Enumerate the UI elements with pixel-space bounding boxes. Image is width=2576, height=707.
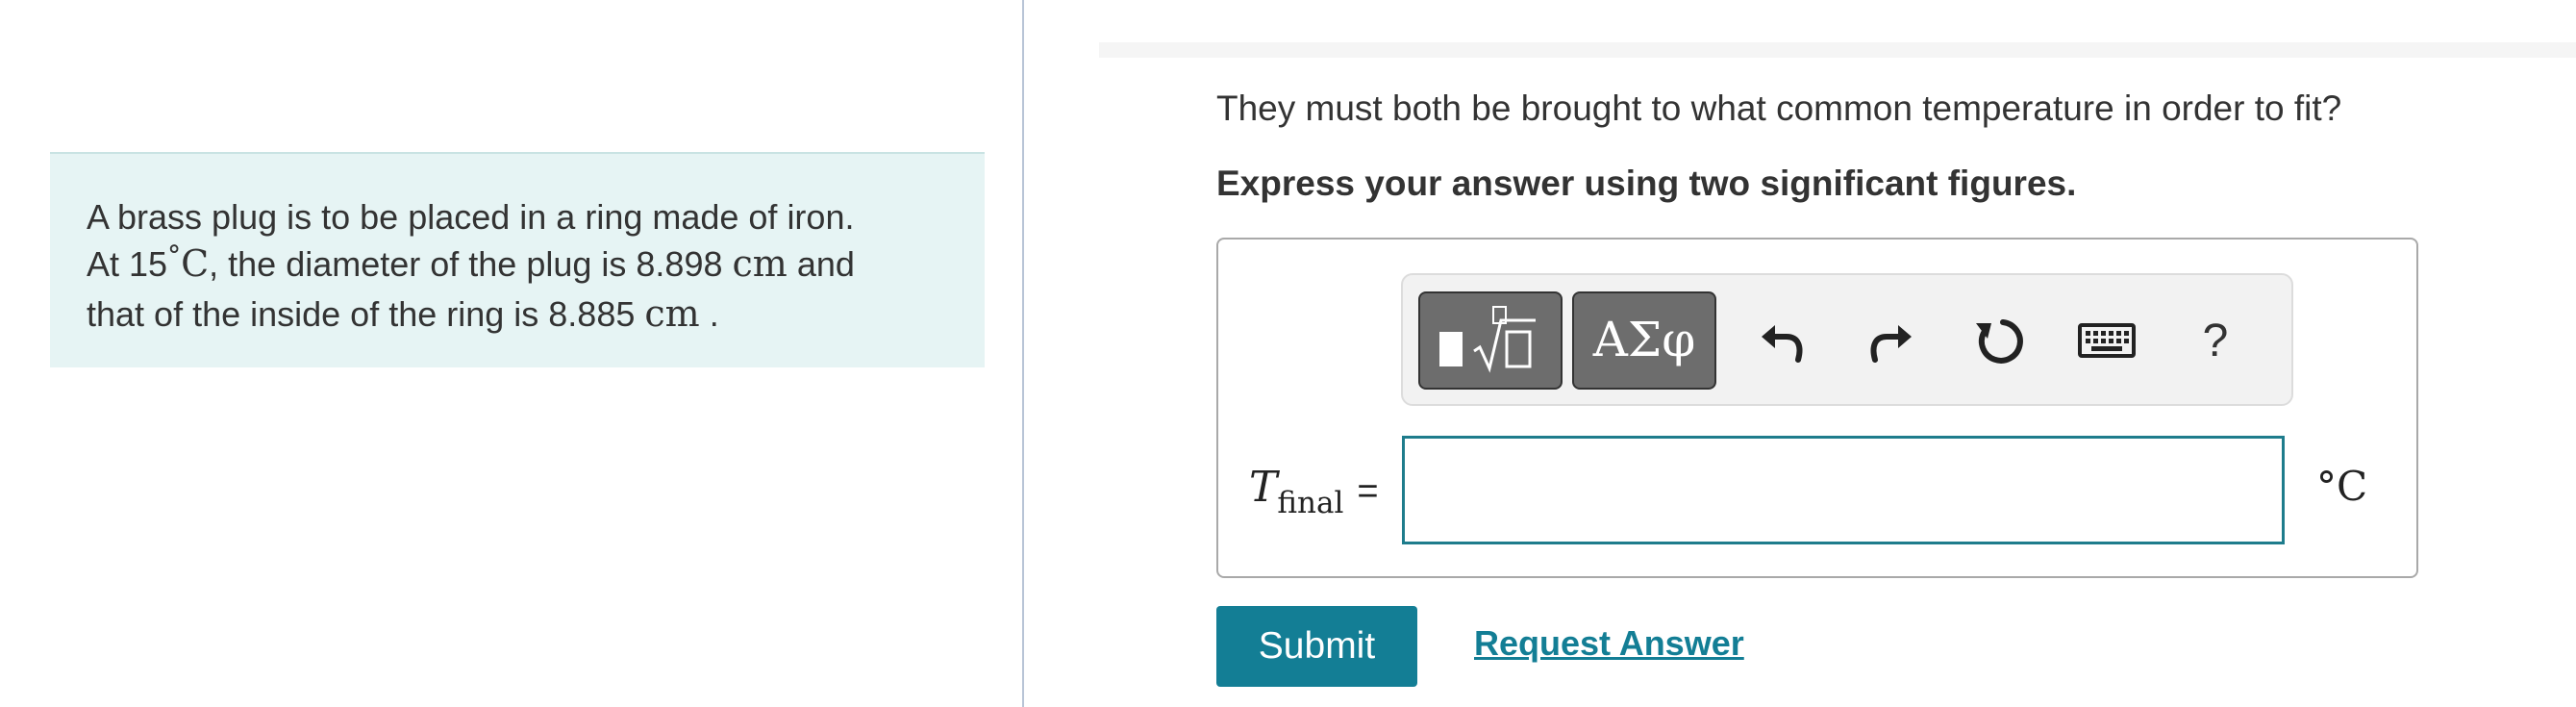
templates-button[interactable] bbox=[1418, 291, 1563, 390]
answer-variable-label: Tfinal = bbox=[1249, 463, 1379, 520]
problem-line-3-suffix: . bbox=[699, 294, 719, 334]
problem-line-2-middle: , the diameter of the plug is 8.898 bbox=[209, 244, 733, 284]
reset-icon bbox=[1976, 319, 2023, 364]
equals-sign: = bbox=[1357, 471, 1379, 512]
answer-unit: °C bbox=[2316, 463, 2368, 510]
problem-line-1-text: A brass plug is to be placed in a ring m… bbox=[87, 197, 855, 237]
symbols-button[interactable]: ΑΣφ bbox=[1572, 291, 1716, 390]
keyboard-button[interactable] bbox=[2073, 304, 2140, 377]
math-toolbar: ΑΣφ ? bbox=[1401, 273, 2293, 406]
variable-symbol: T bbox=[1249, 463, 1278, 512]
answer-input[interactable] bbox=[1402, 436, 2285, 544]
help-icon: ? bbox=[2202, 315, 2229, 366]
problem-line-2-prefix: At 15 bbox=[87, 244, 168, 284]
cm-unit: cm bbox=[732, 242, 788, 285]
templates-icon bbox=[1439, 306, 1536, 373]
problem-statement: A brass plug is to be placed in a ring m… bbox=[87, 194, 952, 338]
top-strip bbox=[1099, 42, 2576, 58]
answer-panel: ΑΣφ ? Tfinal = °C bbox=[1216, 238, 2418, 578]
problem-line-2-suffix: and bbox=[787, 244, 855, 284]
undo-icon bbox=[1762, 325, 1803, 363]
cm-unit-2: cm bbox=[644, 292, 700, 335]
request-answer-link[interactable]: Request Answer bbox=[1474, 623, 1744, 664]
problem-line-1: A brass plug is to be placed in a ring m… bbox=[87, 194, 952, 240]
problem-line-3-prefix: that of the inside of the ring is 8.885 bbox=[87, 294, 645, 334]
pane-divider[interactable] bbox=[1022, 0, 1024, 707]
degree-symbol: ° bbox=[167, 240, 182, 271]
redo-icon bbox=[1870, 325, 1912, 363]
question-prompt: They must both be brought to what common… bbox=[1216, 88, 2342, 128]
problem-line-2: At 15°C, the diameter of the plug is 8.8… bbox=[87, 240, 952, 290]
help-button[interactable]: ? bbox=[2182, 304, 2249, 377]
undo-button[interactable] bbox=[1749, 304, 1816, 377]
submit-button[interactable]: Submit bbox=[1216, 606, 1417, 687]
problem-pane: A brass plug is to be placed in a ring m… bbox=[0, 0, 1022, 707]
page: A brass plug is to be placed in a ring m… bbox=[0, 0, 2576, 707]
redo-button[interactable] bbox=[1857, 304, 1924, 377]
answer-instruction: Express your answer using two significan… bbox=[1216, 164, 2077, 203]
problem-statement-box: A brass plug is to be placed in a ring m… bbox=[50, 152, 985, 367]
problem-line-3: that of the inside of the ring is 8.885 … bbox=[87, 290, 952, 338]
reset-button[interactable] bbox=[1965, 304, 2033, 377]
celsius-unit: C bbox=[181, 242, 210, 285]
keyboard-icon bbox=[2078, 323, 2136, 358]
variable-subscript: final bbox=[1277, 486, 1344, 520]
